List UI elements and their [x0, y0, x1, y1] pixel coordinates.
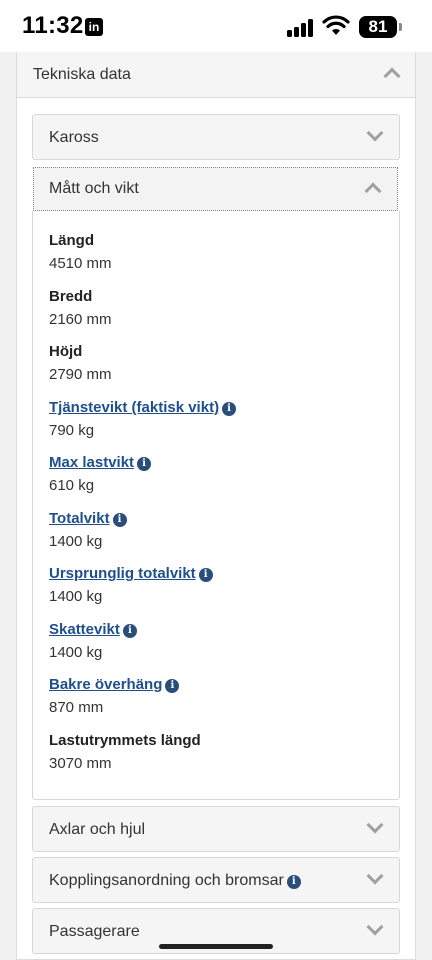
- wifi-icon: [322, 15, 350, 35]
- tekniska-data-title: Tekniska data: [33, 66, 131, 83]
- home-indicator[interactable]: [159, 944, 273, 949]
- panel-koppling-text: Kopplingsanordning och bromsar: [49, 872, 284, 889]
- spec-value: 2790 mm: [49, 366, 112, 383]
- chevron-up-icon: [383, 67, 401, 85]
- spec-name: Lastutrymmets längd: [49, 732, 201, 749]
- cellular-signal-icon: [287, 19, 315, 37]
- spec-value: 610 kg: [49, 477, 95, 494]
- info-circle-icon[interactable]: i: [198, 568, 213, 582]
- panel-kaross[interactable]: Kaross: [32, 114, 400, 160]
- spec-item: Bakre överhäng i 870 mm: [49, 676, 180, 717]
- spec-item: Höjd 2790 mm: [49, 343, 112, 384]
- spec-value: 2160 mm: [49, 311, 112, 328]
- spec-item: Tjänstevikt (faktisk vikt) i 790 kg: [49, 399, 237, 440]
- spec-link-max-lastvikt[interactable]: Max lastvikt: [49, 454, 134, 472]
- spec-item: Bredd 2160 mm: [49, 288, 112, 329]
- info-circle-icon[interactable]: i: [137, 457, 152, 471]
- info-circle-icon[interactable]: i: [286, 875, 301, 889]
- spec-value: 4510 mm: [49, 255, 112, 272]
- info-circle-icon[interactable]: i: [122, 624, 137, 638]
- panel-matt-och-vikt-label: Mått och vikt: [49, 180, 139, 197]
- spec-link-tjanstevikt[interactable]: Tjänstevikt (faktisk vikt): [49, 399, 219, 417]
- panel-koppling-label: Kopplingsanordning och bromsar i: [49, 872, 301, 890]
- spec-item: Skattevikt i 1400 kg: [49, 621, 137, 662]
- info-circle-icon[interactable]: i: [165, 679, 180, 693]
- battery-nub: [399, 23, 402, 31]
- info-circle-icon[interactable]: i: [112, 513, 127, 527]
- panel-kaross-label: Kaross: [49, 129, 99, 146]
- chevron-down-icon: [366, 918, 384, 936]
- info-circle-icon[interactable]: i: [222, 402, 237, 416]
- status-bar: 11:32 in 81: [0, 0, 432, 52]
- spec-name: Höjd: [49, 343, 83, 360]
- spec-item: Ursprunglig totalvikt i 1400 kg: [49, 565, 213, 606]
- spec-value: 1400 kg: [49, 533, 103, 550]
- spec-item: Max lastvikt i 610 kg: [49, 454, 152, 495]
- spec-item: Lastutrymmets längd 3070 mm: [49, 732, 201, 773]
- spec-link-totalvikt[interactable]: Totalvikt: [49, 510, 110, 528]
- spec-link-skattevikt[interactable]: Skattevikt: [49, 621, 120, 639]
- chevron-up-icon: [364, 182, 382, 200]
- spec-link-ursprunglig-totalvikt[interactable]: Ursprunglig totalvikt: [49, 565, 196, 583]
- spec-value: 3070 mm: [49, 755, 112, 772]
- chevron-down-icon: [366, 124, 384, 142]
- battery-indicator: 81: [359, 16, 397, 38]
- panel-kopplingsanordning[interactable]: Kopplingsanordning och bromsar i: [32, 857, 400, 903]
- chevron-down-icon: [366, 867, 384, 885]
- spec-value: 1400 kg: [49, 588, 103, 605]
- panel-matt-och-vikt[interactable]: Mått och vikt: [33, 167, 398, 211]
- linkedin-notification-icon: in: [85, 18, 103, 36]
- chevron-down-icon: [366, 816, 384, 834]
- spec-value: 790 kg: [49, 422, 95, 439]
- spec-item: Totalvikt i 1400 kg: [49, 510, 127, 551]
- spec-value: 1400 kg: [49, 644, 103, 661]
- panel-axlar-och-hjul[interactable]: Axlar och hjul: [32, 806, 400, 852]
- spec-item: Längd 4510 mm: [49, 232, 112, 273]
- spec-value: 870 mm: [49, 699, 104, 716]
- spec-name: Längd: [49, 232, 94, 249]
- spec-link-bakre-overhang[interactable]: Bakre överhäng: [49, 676, 162, 694]
- spec-name: Bredd: [49, 288, 93, 305]
- panel-axlar-label: Axlar och hjul: [49, 821, 146, 838]
- tekniska-data-header[interactable]: Tekniska data: [17, 52, 415, 98]
- panel-passagerare-label: Passagerare: [49, 923, 140, 940]
- clock: 11:32: [22, 12, 84, 39]
